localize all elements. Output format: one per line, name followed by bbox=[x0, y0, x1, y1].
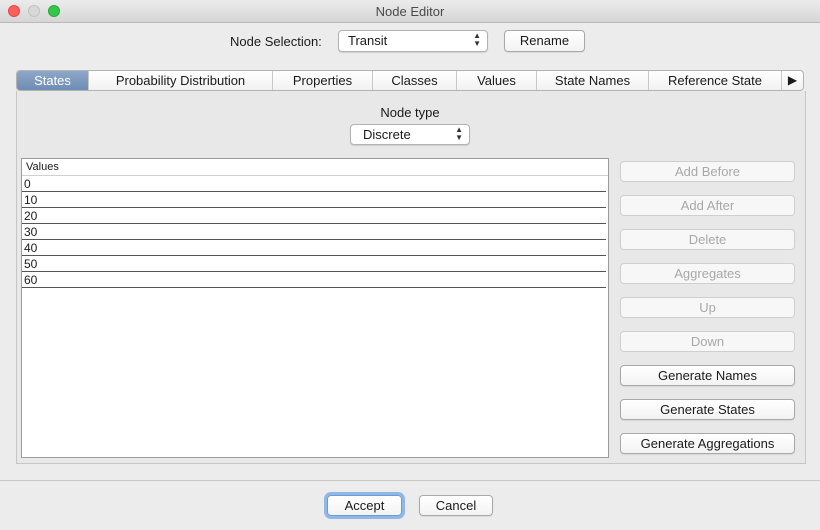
table-row[interactable]: 40 bbox=[22, 240, 606, 256]
generate-names-button[interactable]: Generate Names bbox=[620, 365, 795, 386]
tab-probability-distribution[interactable]: Probability Distribution bbox=[89, 71, 273, 90]
table-header: Values bbox=[22, 159, 608, 176]
tab-bar: States Probability Distribution Properti… bbox=[16, 70, 804, 91]
tab-states[interactable]: States bbox=[17, 71, 89, 90]
tab-reference-state[interactable]: Reference State bbox=[649, 71, 782, 90]
table-row[interactable]: 0 bbox=[22, 176, 606, 192]
generate-states-button[interactable]: Generate States bbox=[620, 399, 795, 420]
tab-properties[interactable]: Properties bbox=[273, 71, 373, 90]
accept-button[interactable]: Accept bbox=[327, 495, 402, 516]
table-row[interactable]: 60 bbox=[22, 272, 606, 288]
node-selection-dropdown[interactable]: Transit ▲ ▼ bbox=[338, 30, 488, 52]
tab-scroll-right-icon[interactable]: ▶ bbox=[782, 71, 803, 90]
generate-aggregations-button[interactable]: Generate Aggregations bbox=[620, 433, 795, 454]
up-down-arrows-icon: ▲ ▼ bbox=[473, 31, 481, 48]
table-row[interactable]: 20 bbox=[22, 208, 606, 224]
node-type-dropdown[interactable]: Discrete ▲ ▼ bbox=[350, 124, 470, 145]
add-after-button[interactable]: Add After bbox=[620, 195, 795, 216]
table-row[interactable]: 10 bbox=[22, 192, 606, 208]
title-bar: Node Editor bbox=[0, 0, 820, 23]
tab-state-names[interactable]: State Names bbox=[537, 71, 649, 90]
node-selection-value: Transit bbox=[348, 33, 388, 48]
node-type-value: Discrete bbox=[363, 127, 411, 142]
up-button[interactable]: Up bbox=[620, 297, 795, 318]
node-type-label: Node type bbox=[380, 105, 440, 120]
table-row[interactable]: 50 bbox=[22, 256, 606, 272]
tab-classes[interactable]: Classes bbox=[373, 71, 457, 90]
footer-divider bbox=[0, 480, 820, 481]
delete-button[interactable]: Delete bbox=[620, 229, 795, 250]
add-before-button[interactable]: Add Before bbox=[620, 161, 795, 182]
tab-values[interactable]: Values bbox=[457, 71, 537, 90]
aggregates-button[interactable]: Aggregates bbox=[620, 263, 795, 284]
window-title: Node Editor bbox=[375, 4, 445, 19]
node-selection-label: Node Selection: bbox=[230, 34, 322, 49]
states-table[interactable]: Values 0 10 20 30 40 50 60 bbox=[21, 158, 609, 458]
cancel-button[interactable]: Cancel bbox=[419, 495, 493, 516]
table-row[interactable]: 30 bbox=[22, 224, 606, 240]
up-down-arrows-icon: ▲ ▼ bbox=[455, 125, 463, 142]
down-button[interactable]: Down bbox=[620, 331, 795, 352]
rename-button[interactable]: Rename bbox=[504, 30, 585, 52]
